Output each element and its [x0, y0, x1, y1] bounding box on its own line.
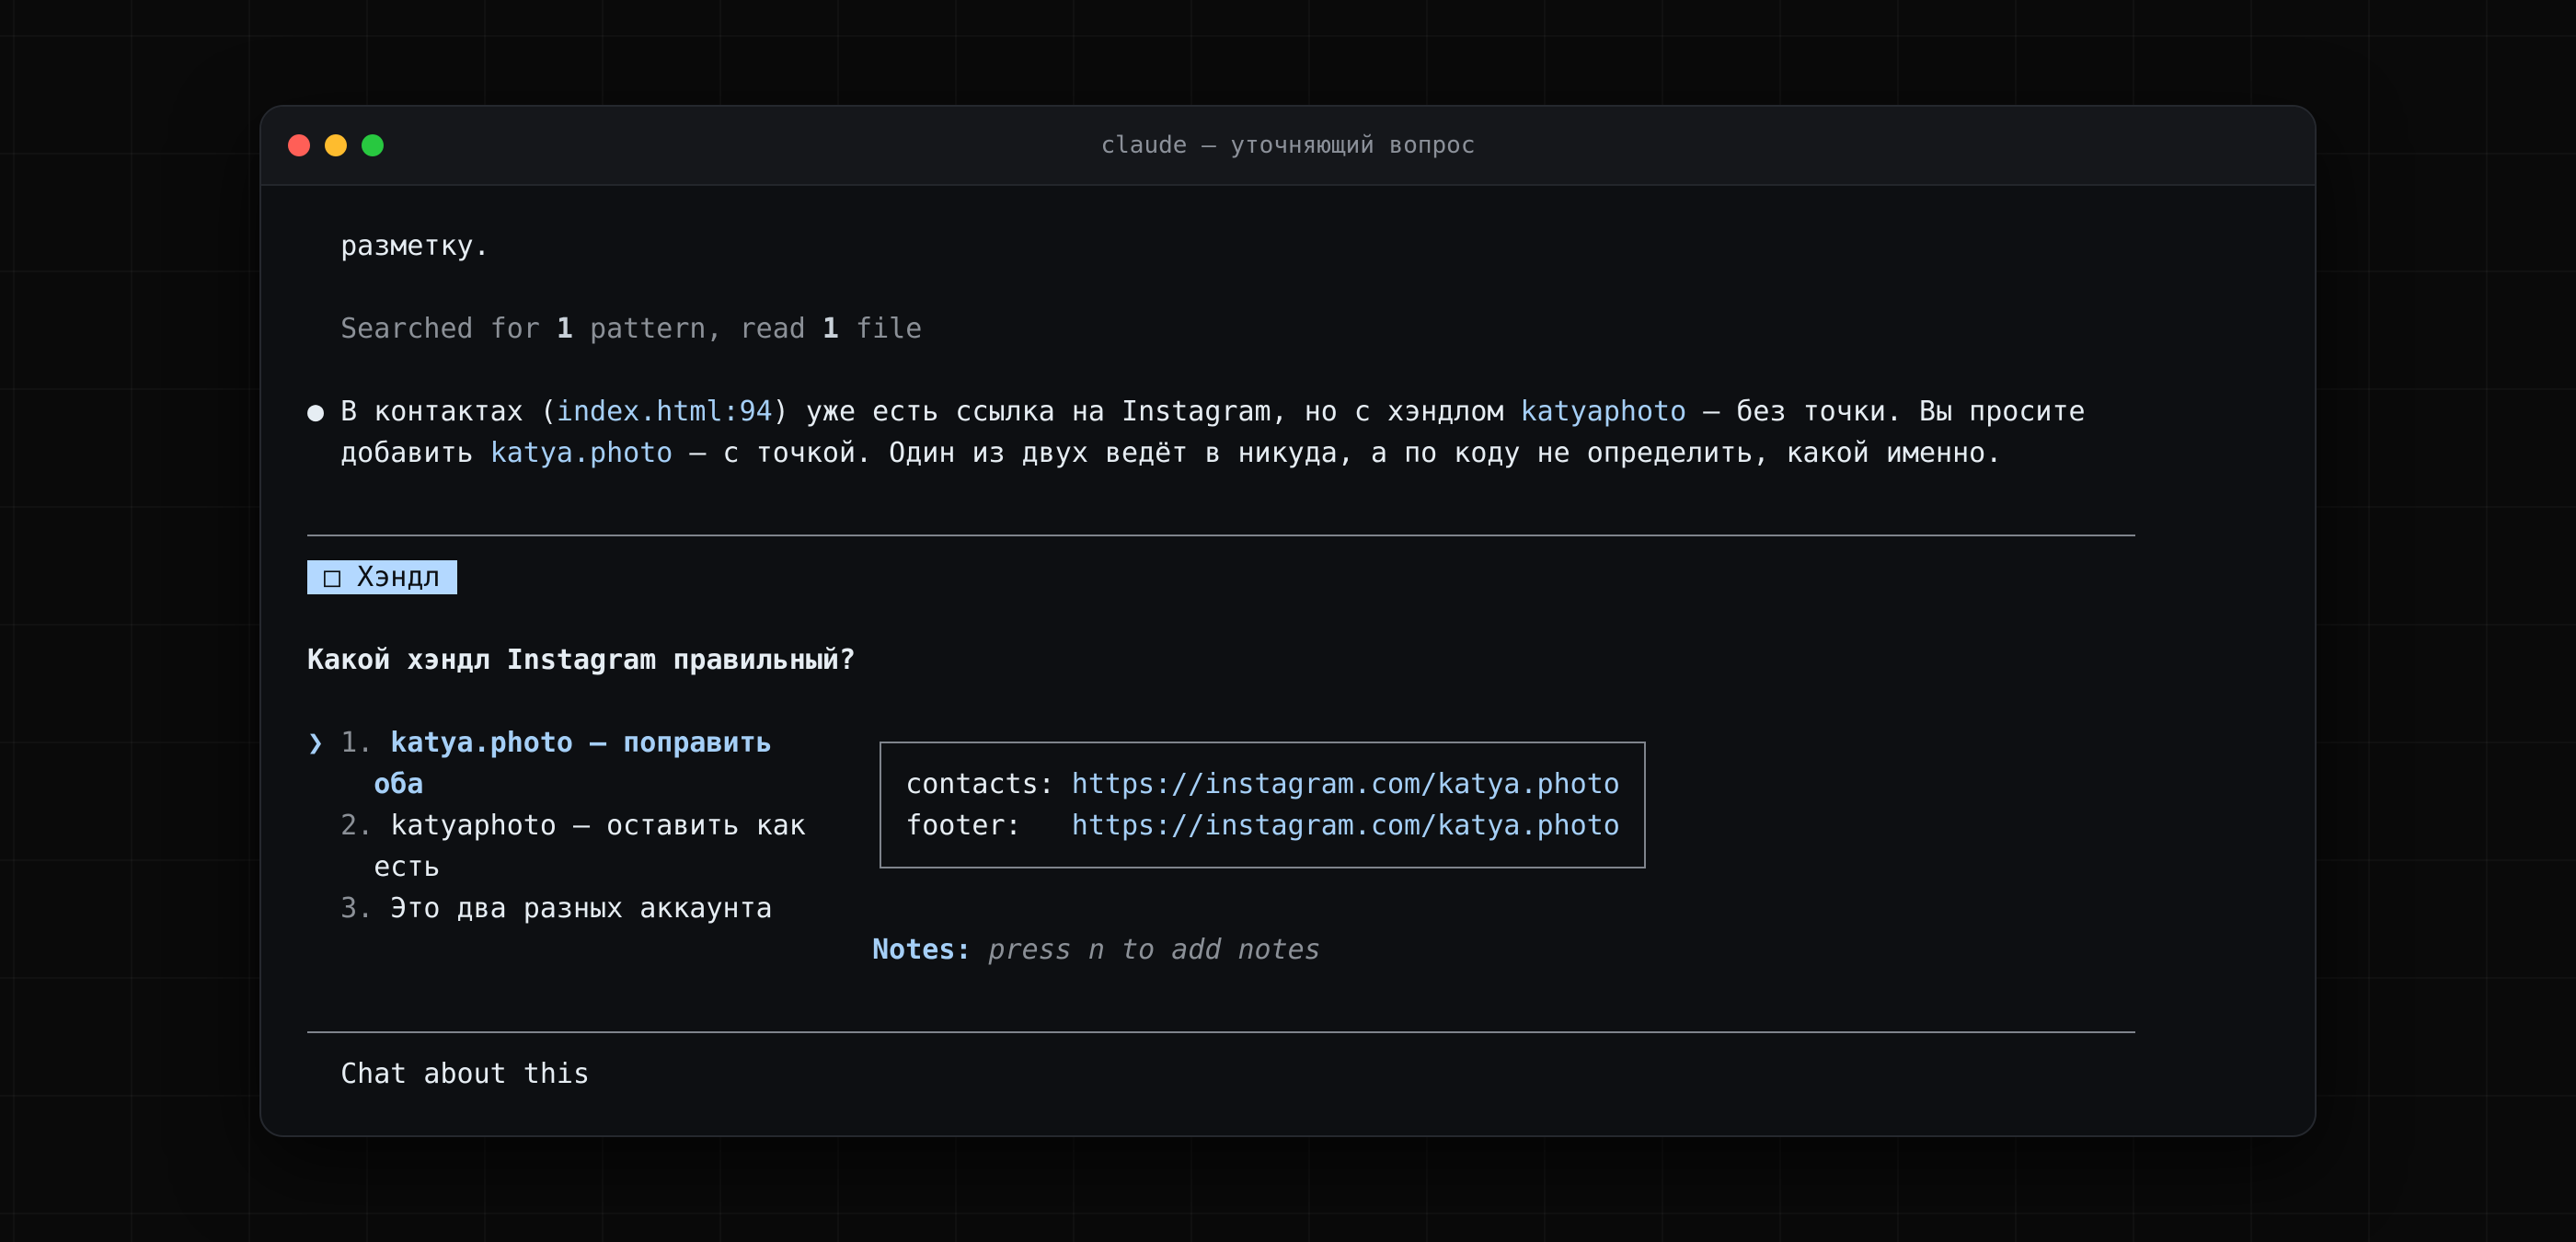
tool-summary-suffix: file — [838, 313, 923, 345]
option-line: 2. katyaphoto — оставить как — [307, 805, 872, 846]
question-text: Какой хэндл Instagram правильный? — [307, 644, 857, 676]
notes-label: Notes: — [872, 934, 972, 966]
assistant-message-line-1: ● В контактах (index.html:94) уже есть сс… — [307, 391, 2315, 432]
option-label: Это два разных аккаунта — [390, 892, 773, 925]
option-line: есть — [307, 846, 872, 888]
tab-handle[interactable]: □ Хэндл — [307, 560, 457, 594]
option-line: оба — [307, 764, 872, 805]
option-3[interactable]: 3. Это два разных аккаунта — [307, 888, 872, 929]
option-label: katyaphoto — оставить как — [390, 810, 806, 842]
title-bar: claude — уточняющий вопрос — [261, 107, 2315, 186]
tool-summary-prefix: Searched for — [340, 313, 557, 345]
preview-url: https://instagram.com/katya.photo — [1071, 768, 1620, 800]
preview-row: footer: https://instagram.com/katya.photo — [905, 805, 1620, 846]
message-text: ) уже есть ссылка на Instagram, но с хэн… — [772, 396, 1521, 428]
option-number: 1. — [340, 727, 374, 759]
tab-label: Хэндл — [357, 561, 441, 593]
preview-url: https://instagram.com/katya.photo — [1071, 810, 1620, 842]
preview-key: contacts: — [905, 768, 1055, 800]
option-line: 3. Это два разных аккаунта — [307, 888, 872, 929]
message-text: — без точки. Вы просите — [1686, 396, 2086, 428]
divider-line — [307, 535, 2135, 536]
file-count: 1 — [822, 313, 839, 345]
message-text: В контактах ( — [340, 396, 557, 428]
divider-line — [307, 1031, 2135, 1033]
divider — [307, 1012, 2315, 1053]
question-tabs: □ Хэндл — [307, 557, 2315, 598]
pattern-count: 1 — [556, 313, 573, 345]
option-2[interactable]: 2. katyaphoto — оставить как есть — [307, 805, 872, 888]
divider — [307, 515, 2315, 557]
chat-about-this-option[interactable]: Chat about this — [307, 1053, 2315, 1095]
terminal-content: разметку. Searched for 1 pattern, read 1… — [261, 186, 2315, 1135]
option-preview: contacts: https://instagram.com/katya.pho… — [872, 722, 1703, 971]
current-handle: katyaphoto — [1520, 396, 1687, 428]
file-reference: index.html:94 — [556, 396, 773, 428]
option-label: есть — [374, 851, 441, 883]
tool-summary-middle: pattern, read — [572, 313, 822, 345]
previous-output-line: разметку. — [340, 230, 490, 262]
options-list: ❯ 1. katya.photo — поправить оба 2. katya… — [307, 722, 872, 929]
notes-placeholder: press n to add notes — [988, 934, 1321, 966]
message-text: — с точкой. Один из двух ведёт в никуда,… — [673, 437, 2003, 469]
notes-field[interactable]: Notes: press n to add notes — [872, 929, 1321, 971]
preview-row: contacts: https://instagram.com/katya.pho… — [905, 764, 1620, 805]
message-text: добавить — [340, 437, 490, 469]
option-number: 3. — [340, 892, 374, 925]
assistant-message-line-2: добавить katya.photo — с точкой. Один из… — [307, 432, 2315, 474]
requested-handle: katya.photo — [489, 437, 673, 469]
preview-key: footer: — [905, 810, 1022, 842]
window-title: claude — уточняющий вопрос — [1100, 132, 1476, 159]
checkbox-icon: □ — [324, 561, 341, 593]
selection-cursor-icon: ❯ — [307, 727, 325, 759]
option-label: оба — [374, 768, 424, 800]
terminal-window: claude — уточняющий вопрос разметку. Sea… — [259, 105, 2317, 1137]
tool-summary: Searched for 1 pattern, read 1 file — [307, 308, 2315, 350]
question-body: ❯ 1. katya.photo — поправить оба 2. katya… — [307, 722, 2315, 971]
option-1[interactable]: ❯ 1. katya.photo — поправить оба — [307, 722, 872, 805]
option-number: 2. — [340, 810, 374, 842]
option-label: katya.photo — поправить — [390, 727, 773, 759]
option-line: ❯ 1. katya.photo — поправить — [307, 722, 872, 764]
bullet-icon: ● — [307, 396, 325, 428]
